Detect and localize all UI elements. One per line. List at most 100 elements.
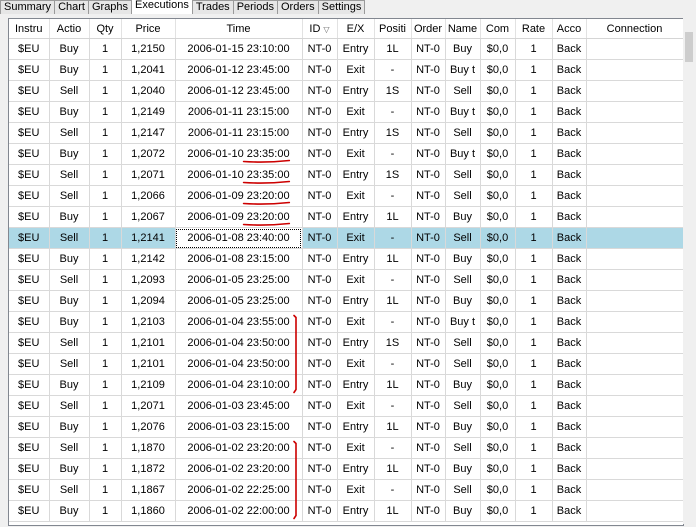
cell-name[interactable]: Sell (445, 164, 481, 186)
cell-acco[interactable]: Back (552, 290, 587, 312)
cell-com[interactable]: $0,0 (480, 206, 516, 228)
cell-e-x[interactable]: Entry (337, 248, 375, 270)
cell-time[interactable]: 2006-01-15 23:10:00 (175, 38, 303, 60)
cell-order[interactable]: NT-0 (411, 206, 446, 228)
cell-acco[interactable]: Back (552, 227, 587, 249)
cell-price[interactable]: 1,2103 (121, 311, 176, 333)
cell-qty[interactable]: 1 (89, 101, 122, 123)
column-header-instru[interactable]: Instru (9, 19, 50, 39)
cell-com[interactable]: $0,0 (480, 164, 516, 186)
cell-order[interactable]: NT-0 (411, 269, 446, 291)
cell-id[interactable]: NT-0 (302, 164, 338, 186)
cell-actio[interactable]: Sell (49, 185, 90, 207)
cell-instru[interactable]: $EU (9, 80, 50, 102)
cell-instru[interactable]: $EU (9, 122, 50, 144)
table-row[interactable]: $EU Buy 1 1,2041 2006-01-12 23:45:00 NT-0 Exit… (9, 59, 683, 81)
cell-actio[interactable]: Sell (49, 353, 90, 375)
cell-qty[interactable]: 1 (89, 332, 122, 354)
table-row[interactable]: $EU Buy 1 1,1872 2006-01-02 23:20:00 NT-0 Entr… (9, 458, 683, 480)
cell-acco[interactable]: Back (552, 143, 587, 165)
cell-com[interactable]: $0,0 (480, 458, 516, 480)
cell-order[interactable]: NT-0 (411, 290, 446, 312)
cell-positi[interactable]: 1S (374, 332, 412, 354)
cell-e-x[interactable]: Entry (337, 416, 375, 438)
cell-connection[interactable] (586, 290, 683, 312)
cell-instru[interactable]: $EU (9, 143, 50, 165)
cell-acco[interactable]: Back (552, 416, 587, 438)
cell-price[interactable]: 1,1872 (121, 458, 176, 480)
cell-price[interactable]: 1,1860 (121, 500, 176, 522)
cell-name[interactable]: Sell (445, 353, 481, 375)
cell-rate[interactable]: 1 (515, 38, 553, 60)
cell-acco[interactable]: Back (552, 353, 587, 375)
cell-rate[interactable]: 1 (515, 143, 553, 165)
cell-rate[interactable]: 1 (515, 185, 553, 207)
cell-id[interactable]: NT-0 (302, 59, 338, 81)
cell-com[interactable]: $0,0 (480, 38, 516, 60)
sort-filter-icon[interactable]: ▽ (323, 25, 329, 34)
cell-e-x[interactable]: Entry (337, 374, 375, 396)
cell-connection[interactable] (586, 38, 683, 60)
column-header-rate[interactable]: Rate (515, 19, 553, 39)
cell-acco[interactable]: Back (552, 479, 587, 501)
cell-name[interactable]: Buy (445, 290, 481, 312)
tab-graphs[interactable]: Graphs (87, 0, 133, 14)
cell-connection[interactable] (586, 101, 683, 123)
cell-qty[interactable]: 1 (89, 353, 122, 375)
cell-instru[interactable]: $EU (9, 206, 50, 228)
cell-actio[interactable]: Buy (49, 59, 90, 81)
table-row[interactable]: $EU Buy 1 1,2109 2006-01-04 23:10:00 NT-0 Entr… (9, 374, 683, 396)
cell-e-x[interactable]: Exit (337, 479, 375, 501)
cell-time[interactable]: 2006-01-08 23:40:00 (175, 227, 303, 249)
cell-acco[interactable]: Back (552, 185, 587, 207)
cell-price[interactable]: 1,2141 (121, 227, 176, 249)
cell-acco[interactable]: Back (552, 206, 587, 228)
cell-instru[interactable]: $EU (9, 164, 50, 186)
cell-rate[interactable]: 1 (515, 500, 553, 522)
table-row[interactable]: $EU Sell 1 1,2101 2006-01-04 23:50:00 NT-0 Exi… (9, 353, 683, 375)
cell-e-x[interactable]: Exit (337, 269, 375, 291)
cell-positi[interactable]: 1L (374, 416, 412, 438)
table-row[interactable]: $EU Sell 1 1,2071 2006-01-10 23:35:00 NT-0 Ent… (9, 164, 683, 186)
cell-positi[interactable]: - (374, 353, 412, 375)
cell-order[interactable]: NT-0 (411, 311, 446, 333)
cell-com[interactable]: $0,0 (480, 269, 516, 291)
cell-instru[interactable]: $EU (9, 59, 50, 81)
cell-com[interactable]: $0,0 (480, 143, 516, 165)
cell-qty[interactable]: 1 (89, 248, 122, 270)
cell-e-x[interactable]: Exit (337, 353, 375, 375)
cell-rate[interactable]: 1 (515, 458, 553, 480)
cell-id[interactable]: NT-0 (302, 38, 338, 60)
cell-connection[interactable] (586, 437, 683, 459)
cell-actio[interactable]: Buy (49, 500, 90, 522)
cell-rate[interactable]: 1 (515, 122, 553, 144)
cell-connection[interactable] (586, 500, 683, 522)
cell-positi[interactable]: 1S (374, 164, 412, 186)
cell-actio[interactable]: Buy (49, 101, 90, 123)
cell-instru[interactable]: $EU (9, 437, 50, 459)
cell-acco[interactable]: Back (552, 437, 587, 459)
cell-price[interactable]: 1,2076 (121, 416, 176, 438)
cell-actio[interactable]: Buy (49, 290, 90, 312)
cell-com[interactable]: $0,0 (480, 101, 516, 123)
table-row[interactable]: $EU Sell 1 1,1870 2006-01-02 23:20:00 NT-0 Exi… (9, 437, 683, 459)
cell-connection[interactable] (586, 80, 683, 102)
cell-connection[interactable] (586, 458, 683, 480)
cell-rate[interactable]: 1 (515, 479, 553, 501)
cell-time[interactable]: 2006-01-05 23:25:00 (175, 290, 303, 312)
cell-order[interactable]: NT-0 (411, 80, 446, 102)
table-row[interactable]: $EU Buy 1 1,1860 2006-01-02 22:00:00 NT-0 Entr… (9, 500, 683, 522)
cell-e-x[interactable]: Exit (337, 101, 375, 123)
cell-id[interactable]: NT-0 (302, 311, 338, 333)
cell-connection[interactable] (586, 122, 683, 144)
cell-price[interactable]: 1,2093 (121, 269, 176, 291)
cell-order[interactable]: NT-0 (411, 437, 446, 459)
cell-time[interactable]: 2006-01-10 23:35:00 (175, 164, 303, 186)
cell-rate[interactable]: 1 (515, 395, 553, 417)
cell-order[interactable]: NT-0 (411, 59, 446, 81)
cell-instru[interactable]: $EU (9, 227, 50, 249)
cell-qty[interactable]: 1 (89, 122, 122, 144)
cell-e-x[interactable]: Entry (337, 290, 375, 312)
cell-price[interactable]: 1,2142 (121, 248, 176, 270)
cell-e-x[interactable]: Exit (337, 143, 375, 165)
